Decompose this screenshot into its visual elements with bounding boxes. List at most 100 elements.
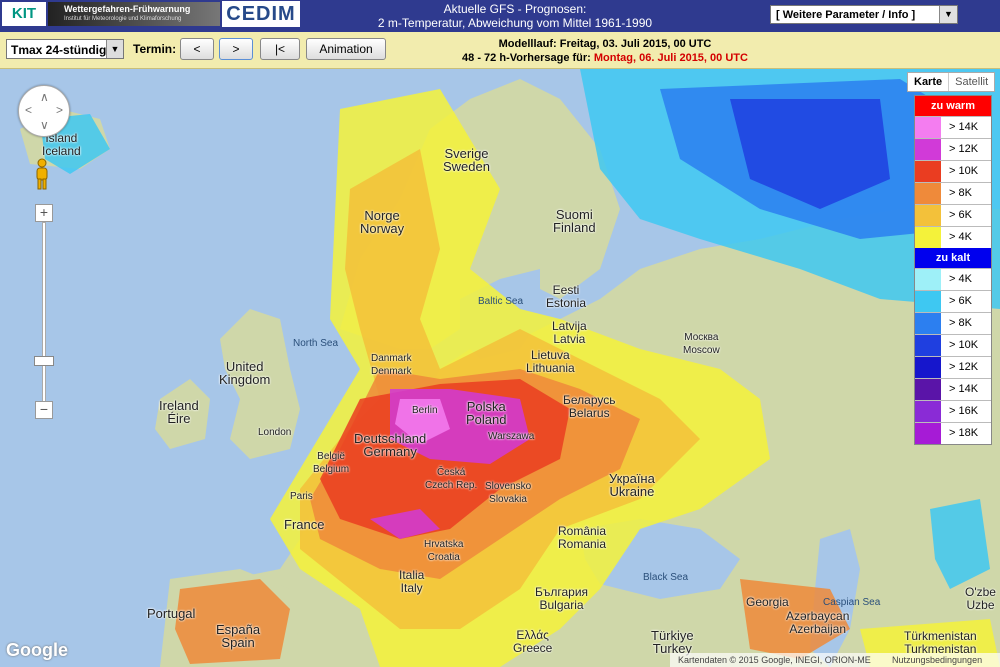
toolbar: Tmax 24-stündig ▼ Termin: < > |< Animati… — [0, 32, 1000, 69]
legend-swatch — [915, 401, 941, 422]
label-poland: Polska Poland — [466, 400, 506, 426]
label-lithuania-en: Lithuania — [526, 361, 575, 375]
label-estonia-en: Estonia — [546, 296, 587, 310]
label-germany-en: Germany — [363, 444, 417, 459]
forecast-prefix: 48 - 72 h-Vorhersage für: — [462, 52, 591, 64]
label-finland-en: Finland — [553, 220, 596, 235]
animation-button[interactable]: Animation — [306, 38, 386, 60]
label-uk-line2: Kingdom — [219, 372, 271, 387]
legend-label: > 10K — [949, 339, 979, 351]
map-canvas[interactable]: Ísland Iceland Sverige Sweden Norge Norw… — [0, 69, 1000, 667]
legend-swatch — [915, 227, 941, 248]
label-czech-en: Czech Rep. — [425, 480, 478, 491]
legend-label: > 14K — [949, 383, 979, 395]
label-norway: Norge Norway — [360, 209, 404, 235]
label-ceska: Česká — [436, 467, 466, 478]
label-black-sea: Black Sea — [643, 572, 689, 583]
legend-warm-list: > 14K > 12K > 10K > 8K > 6K > 4K — [915, 116, 991, 248]
legend-row: > 4K — [915, 268, 991, 290]
map-type-karte[interactable]: Karte — [908, 73, 948, 91]
legend: zu warm > 14K > 12K > 10K > 8K > 6K > 4K zu k… — [914, 95, 992, 445]
legend-label: > 14K — [949, 121, 979, 133]
label-danmark: Danmark — [371, 353, 412, 364]
wettergefahren-logo[interactable]: Wettergefahren-Frühwarnung Institut für … — [48, 2, 220, 26]
label-lithuania: Lietuva Lithuania — [526, 349, 575, 375]
label-slovensko: Slovensko — [485, 481, 532, 492]
legend-label: > 12K — [949, 143, 979, 155]
legend-row: > 12K — [915, 356, 991, 378]
legend-swatch — [915, 139, 941, 160]
label-azerbaijan: Azərbaycan Azerbaijan — [786, 610, 849, 636]
label-denmark: Danmark Denmark — [371, 352, 412, 378]
logo-group: KIT Wettergefahren-Frühwarnung Institut … — [0, 0, 300, 30]
legend-swatch — [915, 357, 941, 378]
product-select[interactable]: Tmax 24-stündig ▼ — [6, 39, 124, 59]
pan-up-icon[interactable]: ∧ — [40, 90, 49, 104]
label-moskva: Москва — [684, 332, 719, 343]
legend-swatch — [915, 379, 941, 400]
pan-left-icon[interactable]: < — [25, 103, 32, 117]
legend-row: > 14K — [915, 378, 991, 400]
parameter-select[interactable]: [ Weitere Parameter / Info ] ▼ — [770, 5, 958, 24]
label-caspian-sea: Caspian Sea — [823, 597, 881, 608]
legend-row: > 6K — [915, 204, 991, 226]
pegman-icon[interactable] — [35, 158, 49, 190]
prev-button[interactable]: < — [180, 38, 214, 60]
pan-control[interactable]: ∧ ∨ < > — [18, 85, 70, 137]
terms-link[interactable]: Nutzungsbedingungen — [892, 653, 982, 667]
next-button[interactable]: > — [219, 38, 253, 60]
label-paris: Paris — [290, 491, 313, 502]
forecast-date: Montag, 06. Juli 2015, 00 UTC — [593, 52, 748, 64]
google-logo[interactable]: Google — [6, 640, 68, 661]
label-hrvatska: Hrvatska — [424, 539, 464, 550]
label-berlin: Berlin — [412, 405, 438, 416]
wettergefahren-logo-subtitle: Institut für Meteorologie und Klimaforsc… — [64, 16, 182, 22]
label-italy-en: Italy — [400, 581, 423, 595]
map-type-satellit[interactable]: Satellit — [948, 73, 994, 91]
label-slovakia-en: Slovakia — [489, 494, 527, 505]
zoom-slider-track[interactable] — [42, 222, 46, 402]
legend-label: > 18K — [949, 427, 979, 439]
legend-swatch — [915, 117, 941, 138]
wettergefahren-logo-title: Wettergefahren-Frühwarnung — [64, 4, 191, 14]
first-button[interactable]: |< — [260, 38, 300, 60]
label-bulgaria-en: Bulgaria — [539, 598, 584, 612]
legend-row: > 4K — [915, 226, 991, 248]
legend-label: > 6K — [949, 295, 972, 307]
legend-swatch — [915, 205, 941, 226]
label-estonia: Eesti Estonia — [546, 284, 586, 310]
legend-row: > 6K — [915, 290, 991, 312]
zoom-in-button[interactable]: + — [35, 204, 53, 222]
label-azerbaijan-en: Azerbaijan — [789, 622, 847, 636]
legend-swatch — [915, 313, 941, 334]
label-croatia-en: Croatia — [427, 552, 460, 563]
chevron-down-icon[interactable]: ▼ — [106, 40, 123, 58]
pan-down-icon[interactable]: ∨ — [40, 118, 49, 132]
label-romania-en: Romania — [558, 537, 607, 551]
legend-label: > 4K — [949, 273, 972, 285]
label-latvia: Latvija Latvia — [552, 320, 587, 346]
product-select-value: Tmax 24-stündig — [11, 43, 107, 57]
legend-swatch — [915, 335, 941, 356]
legend-swatch — [915, 269, 941, 290]
label-warszawa: Warszawa — [488, 431, 535, 442]
page-title-line1: Aktuelle GFS - Prognosen: — [443, 2, 587, 16]
label-italy: Italia Italy — [399, 569, 424, 595]
kit-logo[interactable]: KIT — [2, 2, 46, 26]
legend-row: > 10K — [915, 160, 991, 182]
label-spain-en: Spain — [221, 635, 255, 650]
header-bar: KIT Wettergefahren-Frühwarnung Institut … — [0, 0, 1000, 32]
legend-label: > 8K — [949, 187, 972, 199]
pan-right-icon[interactable]: > — [56, 103, 63, 117]
page-title-line2: 2 m-Temperatur, Abweichung vom Mittel 19… — [377, 16, 653, 30]
legend-row: > 10K — [915, 334, 991, 356]
label-uzbekistan: O'zbe Uzbe — [965, 586, 996, 612]
label-turkey: Türkiye Turkey — [651, 629, 694, 655]
map-footer: Kartendaten © 2015 Google, INEGI, ORION-… — [670, 653, 1000, 667]
cedim-logo[interactable]: CEDIM — [222, 1, 300, 27]
map-graphics — [0, 69, 1000, 667]
zoom-slider-handle[interactable] — [34, 356, 54, 366]
label-ukraine: Україна Ukraine — [609, 472, 655, 498]
zoom-out-button[interactable]: − — [35, 401, 53, 419]
chevron-down-icon[interactable]: ▼ — [939, 6, 957, 23]
